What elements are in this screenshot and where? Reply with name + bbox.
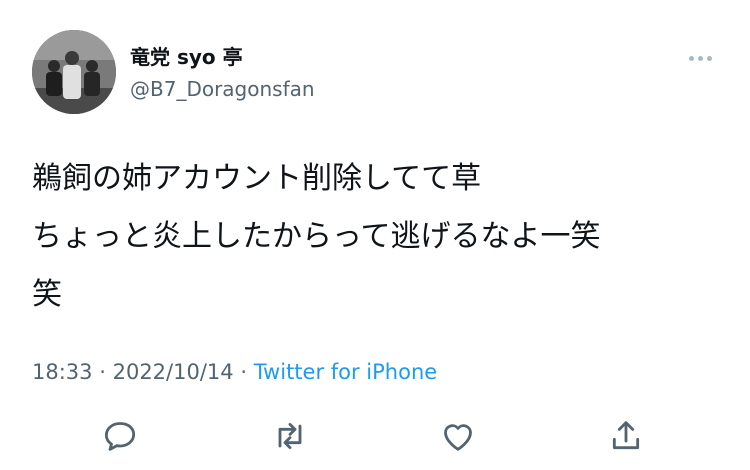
like-icon xyxy=(444,424,472,451)
tweet-date: 2022/10/14 xyxy=(112,360,234,384)
more-icon[interactable] xyxy=(680,48,720,68)
tweet-line: ちょっと炎上したからって逃げるなよ一笑 xyxy=(32,219,601,254)
tweet-line: 笑 xyxy=(32,277,62,312)
like-button[interactable] xyxy=(436,416,480,456)
reply-button[interactable] xyxy=(98,416,142,456)
share-icon xyxy=(612,421,640,450)
tweet-text: 鵜飼の姉アカウント削除してて草 ちょっと炎上したからって逃げるなよ一笑 笑 xyxy=(32,150,722,324)
avatar-photo xyxy=(32,30,116,114)
display-name[interactable]: 竜党 syo 亭 xyxy=(130,44,243,70)
user-handle[interactable]: @B7_Doragonsfan xyxy=(130,76,315,102)
tweet-time: 18:33 xyxy=(32,360,93,384)
avatar[interactable] xyxy=(32,30,116,114)
share-button[interactable] xyxy=(604,416,648,456)
retweet-icon xyxy=(278,422,302,450)
tweet-line: 鵜飼の姉アカウント削除してて草 xyxy=(32,161,482,196)
tweet-meta: 18:33 · 2022/10/14 · Twitter for iPhone xyxy=(32,357,437,387)
meta-separator: · xyxy=(99,360,106,384)
reply-icon xyxy=(104,422,136,451)
action-bar xyxy=(0,416,750,456)
meta-separator: · xyxy=(240,360,248,384)
retweet-button[interactable] xyxy=(268,416,312,456)
tweet-source-link[interactable]: Twitter for iPhone xyxy=(254,360,438,384)
